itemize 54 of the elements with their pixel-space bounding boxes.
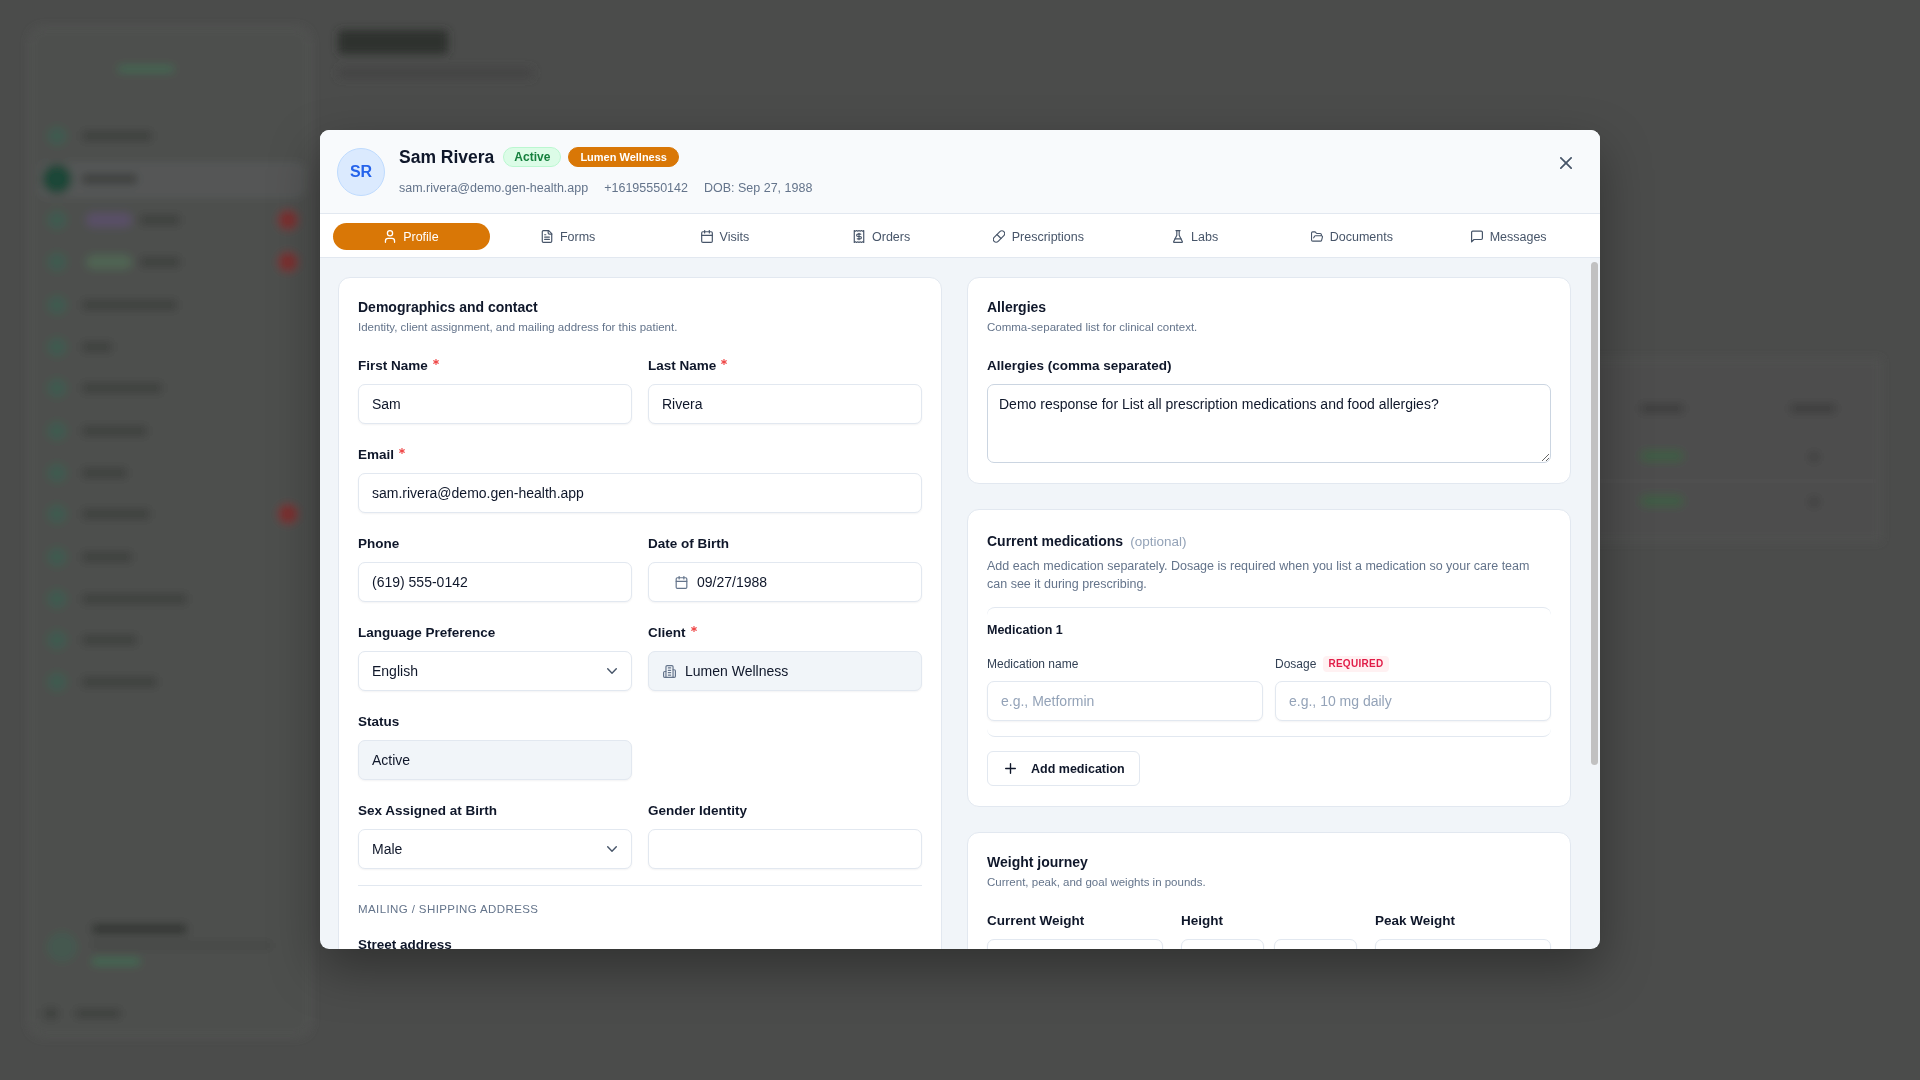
tab[interactable]: Prescriptions <box>960 223 1117 250</box>
text-area[interactable]: Demo response for List all prescription medications and food allergies? <box>987 384 1551 463</box>
flask-icon <box>1172 230 1185 243</box>
calendar-icon <box>675 575 688 589</box>
card-subtitle: Comma-separated list for clinical context. <box>987 320 1199 335</box>
optional-label: (optional) <box>1130 533 1187 549</box>
field-label: Client <box>648 624 686 640</box>
tab[interactable]: Visits <box>646 223 804 250</box>
card-description: Add each medication separately. Dosage is required when you list a medication so your care team can see it during prescribing. <box>987 558 1531 593</box>
patient-detail: sam.rivera@demo.gen-health.app <box>399 180 589 196</box>
document-icon <box>540 230 553 243</box>
patient-detail: DOB: Sep 27, 1988 <box>703 180 813 196</box>
card-title: Current medications <box>987 532 1124 551</box>
add-medication-button[interactable]: Add medication <box>987 751 1140 786</box>
chat-bubble-icon <box>1470 230 1483 243</box>
plus-icon <box>1005 763 1016 774</box>
card-subtitle: Identity, client assignment, and mailing address for this patient. <box>358 320 679 335</box>
receipt-dollar-icon <box>853 230 865 243</box>
text-field[interactable] <box>648 829 922 869</box>
field-label: Date of Birth <box>648 535 729 551</box>
tab[interactable]: Messages <box>1430 223 1587 250</box>
status-badge: Active <box>503 147 562 167</box>
text-field[interactable]: Rivera <box>648 384 922 424</box>
date-field[interactable]: 09/27/1988 <box>648 562 922 602</box>
tab[interactable]: Orders <box>803 223 960 250</box>
tab[interactable]: Forms <box>489 223 647 250</box>
field-label: Height <box>1181 912 1223 928</box>
field-label: Current Weight <box>987 912 1085 928</box>
field-label: Peak Weight <box>1375 912 1456 928</box>
tab[interactable]: Documents <box>1273 223 1431 250</box>
folder-icon <box>1310 230 1323 243</box>
pill-icon <box>992 230 1005 243</box>
client-badge: Lumen Wellness <box>568 147 679 167</box>
text-field[interactable]: e.g., Metformin <box>987 681 1263 721</box>
card-title: Weight journey <box>987 853 1089 872</box>
tab[interactable]: Labs <box>1116 223 1274 250</box>
medication-heading: Medication 1 <box>987 622 1064 638</box>
building-icon <box>663 664 676 678</box>
field-label: Dosage <box>1275 657 1317 671</box>
card-title: Allergies <box>987 298 1048 317</box>
card-subtitle: Current, peak, and goal weights in pounds. <box>987 875 1207 890</box>
field-label: Last Name <box>648 357 717 373</box>
close-button[interactable] <box>1559 156 1573 170</box>
text-field[interactable]: e.g., 10 mg daily <box>1275 681 1551 721</box>
text-field[interactable]: sam.rivera@demo.gen-health.app <box>358 473 922 513</box>
calendar-icon <box>700 230 713 243</box>
close-icon <box>1560 157 1572 169</box>
patient-detail: +16195550142 <box>604 180 688 196</box>
required-badge: REQUIRED <box>1323 656 1389 672</box>
chevron-down-icon <box>607 846 617 852</box>
chevron-down-icon <box>607 668 617 674</box>
field-label: Gender Identity <box>648 802 747 818</box>
field-label: Medication name <box>987 657 1079 671</box>
field-label: Allergies (comma separated) <box>987 357 1172 373</box>
